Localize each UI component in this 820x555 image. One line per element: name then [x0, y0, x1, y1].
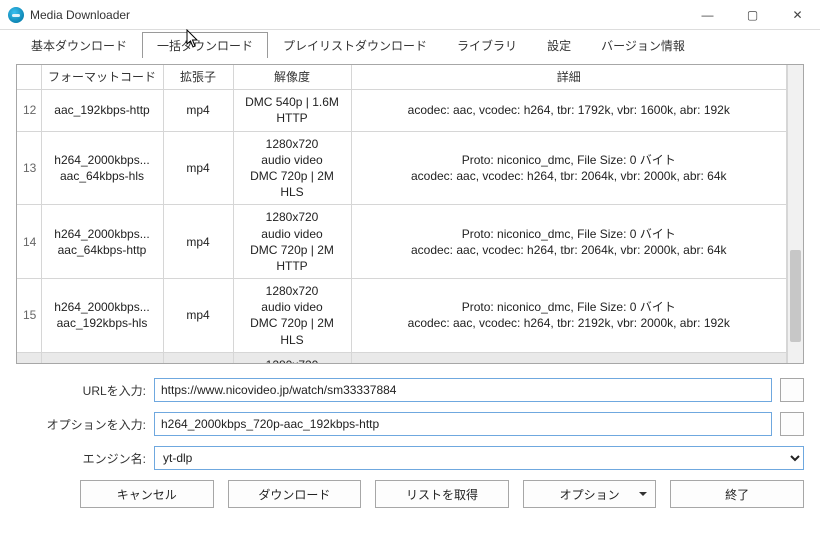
col-header-res[interactable]: 解像度	[233, 65, 351, 90]
cell-detail: acodec: aac, vcodec: h264, tbr: 1792k, v…	[351, 90, 787, 131]
cell-ext: mp4	[163, 279, 233, 353]
tab-strip: 基本ダウンロード 一括ダウンロード プレイリストダウンロード ライブラリ 設定 …	[0, 30, 820, 58]
cancel-button[interactable]: キャンセル	[80, 480, 214, 508]
chevron-down-icon	[639, 492, 647, 500]
cell-n: 15	[17, 279, 41, 353]
button-row: キャンセル ダウンロード リストを取得 オプション 終了	[16, 480, 804, 508]
option-side-button[interactable]	[780, 412, 804, 436]
titlebar: Media Downloader — ▢ ✕	[0, 0, 820, 30]
cell-detail: Proto: niconico_dmc, File Size: 0 バイト ac…	[351, 352, 787, 363]
tab-about[interactable]: バージョン情報	[586, 32, 700, 58]
cell-res: 1280x720 audio video DMC 720p | 2M HTTP	[233, 352, 351, 363]
download-button[interactable]: ダウンロード	[228, 480, 362, 508]
scrollbar-thumb[interactable]	[790, 250, 801, 342]
cell-detail: Proto: niconico_dmc, File Size: 0 バイト ac…	[351, 205, 787, 279]
window-close-button[interactable]: ✕	[775, 0, 820, 30]
url-label: URLを入力:	[16, 382, 146, 399]
cell-ext: mp4	[163, 131, 233, 205]
table-row[interactable]: 14h264_2000kbps... aac_64kbps-httpmp4128…	[17, 205, 787, 279]
cell-detail: Proto: niconico_dmc, File Size: 0 バイト ac…	[351, 279, 787, 353]
engine-label: エンジン名:	[16, 450, 146, 467]
cell-n: 12	[17, 90, 41, 131]
tab-playlist-download[interactable]: プレイリストダウンロード	[268, 32, 442, 58]
cell-format: h264_2000kbps... aac_64kbps-hls	[41, 131, 163, 205]
table-row[interactable]: 13h264_2000kbps... aac_64kbps-hlsmp41280…	[17, 131, 787, 205]
option-input[interactable]	[154, 412, 772, 436]
window-title: Media Downloader	[30, 8, 130, 22]
cell-detail: Proto: niconico_dmc, File Size: 0 バイト ac…	[351, 131, 787, 205]
cell-ext: mp4	[163, 90, 233, 131]
tab-settings[interactable]: 設定	[532, 32, 586, 58]
app-icon	[8, 7, 24, 23]
cell-res: 1280x720 audio video DMC 720p | 2M HLS	[233, 131, 351, 205]
cell-format: h264_2000kbps... aac_64kbps-http	[41, 205, 163, 279]
col-header-ext[interactable]: 拡張子	[163, 65, 233, 90]
option-label: オプションを入力:	[16, 416, 146, 433]
tab-batch-download[interactable]: 一括ダウンロード	[142, 32, 268, 58]
table-row[interactable]: 15h264_2000kbps... aac_192kbps-hlsmp4128…	[17, 279, 787, 353]
cell-format: h264_2000kbps... aac_192kbps-http	[41, 352, 163, 363]
window-maximize-button[interactable]: ▢	[730, 0, 775, 30]
cell-format: h264_2000kbps... aac_192kbps-hls	[41, 279, 163, 353]
table-header-row: フォーマットコード 拡張子 解像度 詳細	[17, 65, 787, 90]
table-row[interactable]: 16h264_2000kbps... aac_192kbps-httpmp412…	[17, 352, 787, 363]
table-row[interactable]: 12aac_192kbps-httpmp4DMC 540p | 1.6M HTT…	[17, 90, 787, 131]
tab-library[interactable]: ライブラリ	[442, 32, 532, 58]
input-form: URLを入力: オプションを入力: エンジン名: yt-dlp	[16, 378, 804, 470]
col-header-detail[interactable]: 詳細	[351, 65, 787, 90]
cell-n: 14	[17, 205, 41, 279]
tab-basic-download[interactable]: 基本ダウンロード	[16, 32, 142, 58]
url-input[interactable]	[154, 378, 772, 402]
quit-button[interactable]: 終了	[670, 480, 804, 508]
cell-n: 13	[17, 131, 41, 205]
cell-res: 1280x720 audio video DMC 720p | 2M HTTP	[233, 205, 351, 279]
cell-ext: mp4	[163, 205, 233, 279]
cell-res: DMC 540p | 1.6M HTTP	[233, 90, 351, 131]
cell-n: 16	[17, 352, 41, 363]
formats-table: フォーマットコード 拡張子 解像度 詳細 12aac_192kbps-httpm…	[16, 64, 804, 364]
window-minimize-button[interactable]: —	[685, 0, 730, 30]
url-side-button[interactable]	[780, 378, 804, 402]
engine-select[interactable]: yt-dlp	[154, 446, 804, 470]
options-button[interactable]: オプション	[523, 480, 657, 508]
getlist-button[interactable]: リストを取得	[375, 480, 509, 508]
cell-format: aac_192kbps-http	[41, 90, 163, 131]
col-header-index[interactable]	[17, 65, 41, 90]
table-scrollbar[interactable]	[787, 65, 803, 363]
col-header-format[interactable]: フォーマットコード	[41, 65, 163, 90]
options-button-label: オプション	[560, 486, 620, 503]
cell-res: 1280x720 audio video DMC 720p | 2M HLS	[233, 279, 351, 353]
cell-ext: mp4	[163, 352, 233, 363]
